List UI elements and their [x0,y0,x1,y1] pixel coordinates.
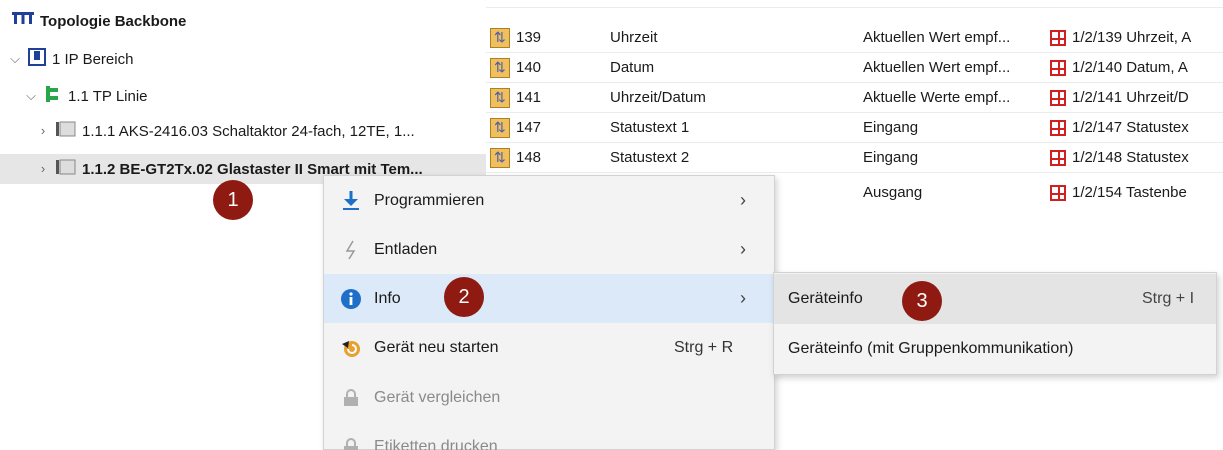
object-function: Aktuelle Werte empf... [863,89,1011,106]
group-object-icon [490,147,510,168]
group-address-icon [1050,59,1066,76]
area-icon [28,48,46,70]
context-menu: Programmieren › Entladen › Info › Gerät … [323,175,775,450]
group-address-icon [1050,119,1066,136]
table-row[interactable]: 141 Uhrzeit/Datum Aktuelle Werte empf...… [486,83,1223,113]
menu-item-info[interactable]: Info › [324,274,774,323]
group-address-icon [1050,184,1066,201]
group-address: 1/2/147 Statustex [1072,119,1189,136]
object-function: Aktuellen Wert empf... [863,59,1011,76]
chevron-right-icon: › [740,288,746,308]
menu-item-label: Entladen [374,240,438,258]
object-name: Statustext 1 [610,119,690,136]
object-function: Aktuellen Wert empf... [863,29,1011,46]
menu-item-label: Info [374,289,401,307]
group-address-icon [1050,149,1066,166]
group-address-icon [1050,29,1066,46]
group-address: 1/2/139 Uhrzeit, A [1072,29,1192,46]
object-number: 147 [516,119,542,136]
menu-item-label: Programmieren [374,191,485,209]
group-address: 1/2/140 Datum, A [1072,59,1188,76]
table-row[interactable] [486,0,1223,8]
submenu-item-geraeteinfo[interactable]: Geräteinfo Strg + I [774,274,1216,324]
menu-item-etiketten[interactable]: Etiketten drucken [324,422,774,450]
table-row[interactable]: 147 Statustext 1 Eingang 1/2/147 Statust… [486,113,1223,143]
chevron-right-icon: › [740,190,746,210]
object-name: Uhrzeit/Datum [610,89,706,106]
submenu-item-shortcut: Strg + I [1142,290,1195,307]
group-object-icon [490,27,510,48]
lock-icon [340,436,362,450]
menu-item-programmieren[interactable]: Programmieren › [324,176,774,225]
menu-item-shortcut: Strg + R [674,338,734,356]
submenu-item-geraeteinfo-gruppen[interactable]: Geräteinfo (mit Gruppenkommunikation) [774,324,1216,374]
tree-item-label: 1.1.1 AKS-2416.03 Schaltaktor 24-fach, 1… [82,122,415,140]
object-function: Eingang [863,149,919,166]
object-number: 139 [516,29,542,46]
download-arrow-icon [340,190,362,212]
chevron-right-icon[interactable]: › [36,162,50,176]
object-function: Eingang [863,119,919,136]
chevron-down-icon[interactable]: ⌵ [8,52,22,66]
device-icon [56,159,76,179]
submenu-item-label: Geräteinfo (mit Gruppenkommunikation) [788,340,1074,357]
group-object-icon [490,57,510,78]
restart-icon [340,337,362,359]
chevron-down-icon[interactable]: ⌵ [24,89,38,103]
object-name: Statustext 2 [610,149,690,166]
table-row[interactable]: 148 Statustext 2 Eingang 1/2/148 Statust… [486,143,1223,173]
chevron-right-icon[interactable]: › [36,124,50,138]
group-address-icon [1050,89,1066,106]
tree-root[interactable]: Topologie Backbone [12,6,186,36]
chevron-right-icon: › [740,239,746,259]
info-submenu: Geräteinfo Strg + I Geräteinfo (mit Grup… [773,272,1217,375]
step-badge-1: 1 [213,180,253,220]
tree-item-device-1[interactable]: › 1.1.1 AKS-2416.03 Schaltaktor 24-fach,… [36,116,486,146]
tree-item-tp-linie[interactable]: ⌵ 1.1 TP Linie [24,81,148,111]
device-icon [56,121,76,141]
group-objects-table: 139 Uhrzeit Aktuellen Wert empf... 1/2/1… [486,0,1223,178]
tree-root-label: Topologie Backbone [40,12,187,30]
menu-item-vergleichen[interactable]: Gerät vergleichen [324,373,774,422]
object-name: Datum [610,59,655,76]
submenu-item-label: Geräteinfo [788,290,863,307]
info-icon [340,288,362,310]
group-address: 1/2/148 Statustex [1072,149,1189,166]
menu-item-label: Etiketten drucken [374,437,498,450]
line-icon [44,85,62,107]
group-address: 1/2/141 Uhrzeit/D [1072,89,1189,106]
menu-item-label: Gerät vergleichen [374,388,501,406]
object-function: Ausgang [863,184,923,201]
tree-item-label: 1 IP Bereich [52,50,134,68]
tree-item-ip-bereich[interactable]: ⌵ 1 IP Bereich [8,44,133,74]
step-badge-2: 2 [444,277,484,317]
menu-item-entladen[interactable]: Entladen › [324,225,774,274]
group-object-icon [490,87,510,108]
object-number: 141 [516,89,542,106]
lightning-icon [340,239,362,261]
menu-item-restart[interactable]: Gerät neu starten Strg + R [324,323,774,372]
object-number: 148 [516,149,542,166]
object-name: Uhrzeit [610,29,658,46]
lock-icon [340,387,362,409]
group-address: 1/2/154 Tastenbe [1072,184,1187,201]
menu-item-label: Gerät neu starten [374,338,499,356]
object-number: 140 [516,59,542,76]
table-row[interactable]: 139 Uhrzeit Aktuellen Wert empf... 1/2/1… [486,23,1223,53]
step-badge-3: 3 [902,281,942,321]
table-row[interactable]: 140 Datum Aktuellen Wert empf... 1/2/140… [486,53,1223,83]
tree-item-label: 1.1 TP Linie [68,87,148,105]
backbone-icon [12,12,34,30]
group-object-icon [490,117,510,138]
